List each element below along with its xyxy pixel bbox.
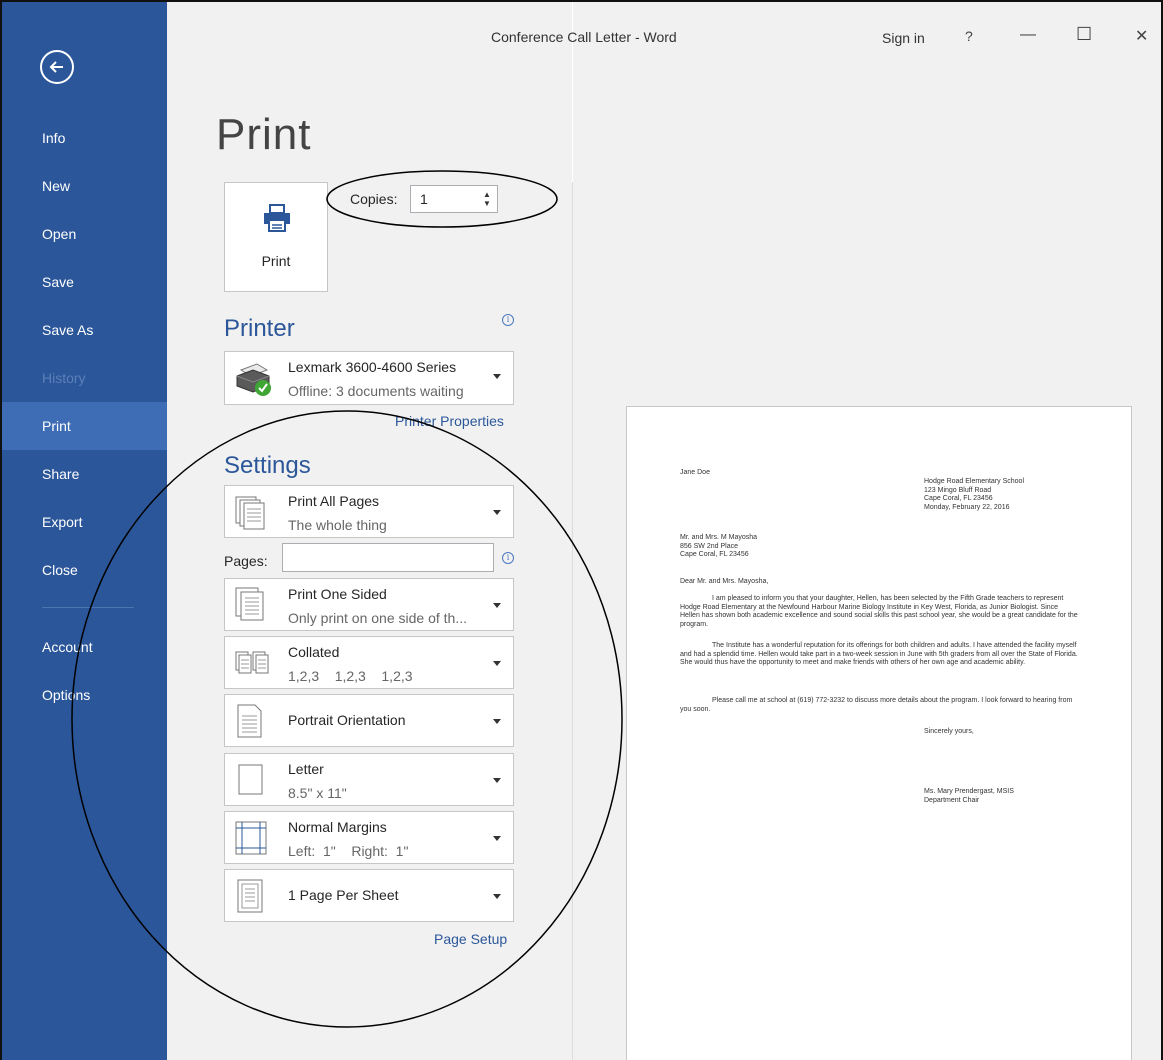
preview-closing: Sincerely yours, [924, 728, 974, 735]
letter-icon [238, 764, 263, 795]
collation-title: Collated [288, 644, 340, 660]
chevron-down-icon [493, 719, 501, 724]
margins-title: Normal Margins [288, 819, 387, 835]
window-title: Conference Call Letter - Word [491, 29, 677, 45]
orientation-title: Portrait Orientation [288, 712, 406, 728]
copies-stepper[interactable]: ▲ ▼ [483, 190, 491, 208]
panel-divider [572, 182, 573, 1060]
print-button-label: Print [261, 253, 291, 269]
chevron-down-icon [493, 374, 501, 379]
preview-paragraph: The Institute has a wonderful reputation… [680, 642, 1078, 667]
preview-paragraph: Please call me at school at (619) 772-32… [680, 697, 1073, 713]
preview-school-address: Hodge Road Elementary School 123 Mingo B… [924, 478, 1025, 511]
pages-per-sheet-select[interactable]: 1 Page Per Sheet [224, 869, 514, 922]
print-preview-page: Jane Doe Hodge Road Elementary School 12… [626, 406, 1132, 1060]
nav-item-options[interactable]: Options [2, 671, 167, 719]
nav-item-open[interactable]: Open [2, 210, 167, 258]
nav-item-info[interactable]: Info [2, 114, 167, 162]
nav-item-close[interactable]: Close [2, 546, 167, 594]
back-arrow-icon [49, 61, 63, 73]
collation-subtitle: 1,2,3 1,2,3 1,2,3 [288, 668, 413, 684]
sides-title: Print One Sided [288, 586, 387, 602]
printer-status: Offline: 3 documents waiting [288, 383, 464, 399]
paper-size-select[interactable]: Letter 8.5" x 11" [224, 753, 514, 806]
spin-down-icon[interactable]: ▼ [483, 199, 491, 208]
printer-heading: Printer [224, 315, 295, 342]
page-title: Print [216, 110, 312, 159]
paper-size-subtitle: 8.5" x 11" [288, 785, 347, 801]
maximize-icon[interactable]: ☐ [1076, 24, 1092, 45]
preview-salutation: Dear Mr. and Mrs. Mayosha, [680, 578, 769, 585]
printer-name: Lexmark 3600-4600 Series [288, 359, 457, 375]
portrait-icon [237, 704, 262, 738]
collation-select[interactable]: Collated 1,2,3 1,2,3 1,2,3 [224, 636, 514, 689]
chevron-down-icon [493, 778, 501, 783]
preview-recipient-address: Mr. and Mrs. M Mayosha 856 SW 2nd Place … [680, 534, 758, 559]
word-window: Info New Open Save Save As History Print… [0, 0, 1163, 1060]
nav-item-export[interactable]: Export [2, 498, 167, 546]
printer-properties-link[interactable]: Printer Properties [395, 413, 504, 429]
printer-select[interactable]: Lexmark 3600-4600 Series Offline: 3 docu… [224, 351, 514, 405]
paper-size-title: Letter [288, 761, 324, 777]
print-range-subtitle: The whole thing [288, 517, 387, 533]
chevron-down-icon [493, 510, 501, 515]
margins-select[interactable]: Normal Margins Left: 1" Right: 1" [224, 811, 514, 864]
margins-subtitle: Left: 1" Right: 1" [288, 843, 409, 859]
nav-item-share[interactable]: Share [2, 450, 167, 498]
copies-label: Copies: [350, 191, 398, 207]
pages-per-sheet-title: 1 Page Per Sheet [288, 887, 399, 903]
nav-item-save[interactable]: Save [2, 258, 167, 306]
sides-select[interactable]: Print One Sided Only print on one side o… [224, 578, 514, 631]
nav-item-new[interactable]: New [2, 162, 167, 210]
print-button[interactable]: Print [224, 182, 328, 292]
preview-signature: Ms. Mary Prendergast, MSIS Department Ch… [924, 788, 1014, 804]
backstage-nav: Info New Open Save Save As History Print… [2, 2, 167, 1060]
preview-paragraph: I am pleased to inform you that your dau… [680, 595, 1078, 628]
help-icon[interactable]: ? [965, 28, 973, 44]
minimize-icon[interactable]: — [1020, 26, 1036, 44]
nav-item-save-as[interactable]: Save As [2, 306, 167, 354]
nav-divider [42, 607, 134, 608]
nav-item-history: History [42, 370, 86, 386]
nav-item-account[interactable]: Account [2, 623, 167, 671]
chevron-down-icon [493, 661, 501, 666]
pages-input[interactable] [282, 543, 494, 572]
margins-icon [235, 821, 267, 855]
sides-subtitle: Only print on one side of th... [288, 610, 467, 626]
pages-icon [235, 496, 265, 530]
page-setup-link[interactable]: Page Setup [434, 931, 507, 947]
chevron-down-icon [493, 836, 501, 841]
info-icon[interactable]: i [502, 314, 514, 326]
info-icon[interactable]: i [502, 552, 514, 564]
one-sided-icon [235, 587, 264, 621]
orientation-select[interactable]: Portrait Orientation [224, 694, 514, 747]
sign-in-link[interactable]: Sign in [882, 30, 925, 46]
chevron-down-icon [493, 603, 501, 608]
preview-sender: Jane Doe [680, 469, 710, 476]
close-icon[interactable]: ✕ [1135, 26, 1148, 46]
spin-up-icon[interactable]: ▲ [483, 190, 491, 199]
print-range-select[interactable]: Print All Pages The whole thing [224, 485, 514, 538]
pages-label: Pages: [224, 553, 268, 569]
chevron-down-icon [493, 894, 501, 899]
nav-item-print[interactable]: Print [2, 402, 167, 450]
back-button[interactable] [40, 50, 74, 84]
printer-icon [264, 204, 290, 232]
printer-status-icon [236, 363, 271, 396]
per-sheet-icon [237, 879, 263, 913]
print-range-title: Print All Pages [288, 493, 380, 509]
settings-heading: Settings [224, 452, 311, 479]
collated-icon [235, 651, 269, 674]
